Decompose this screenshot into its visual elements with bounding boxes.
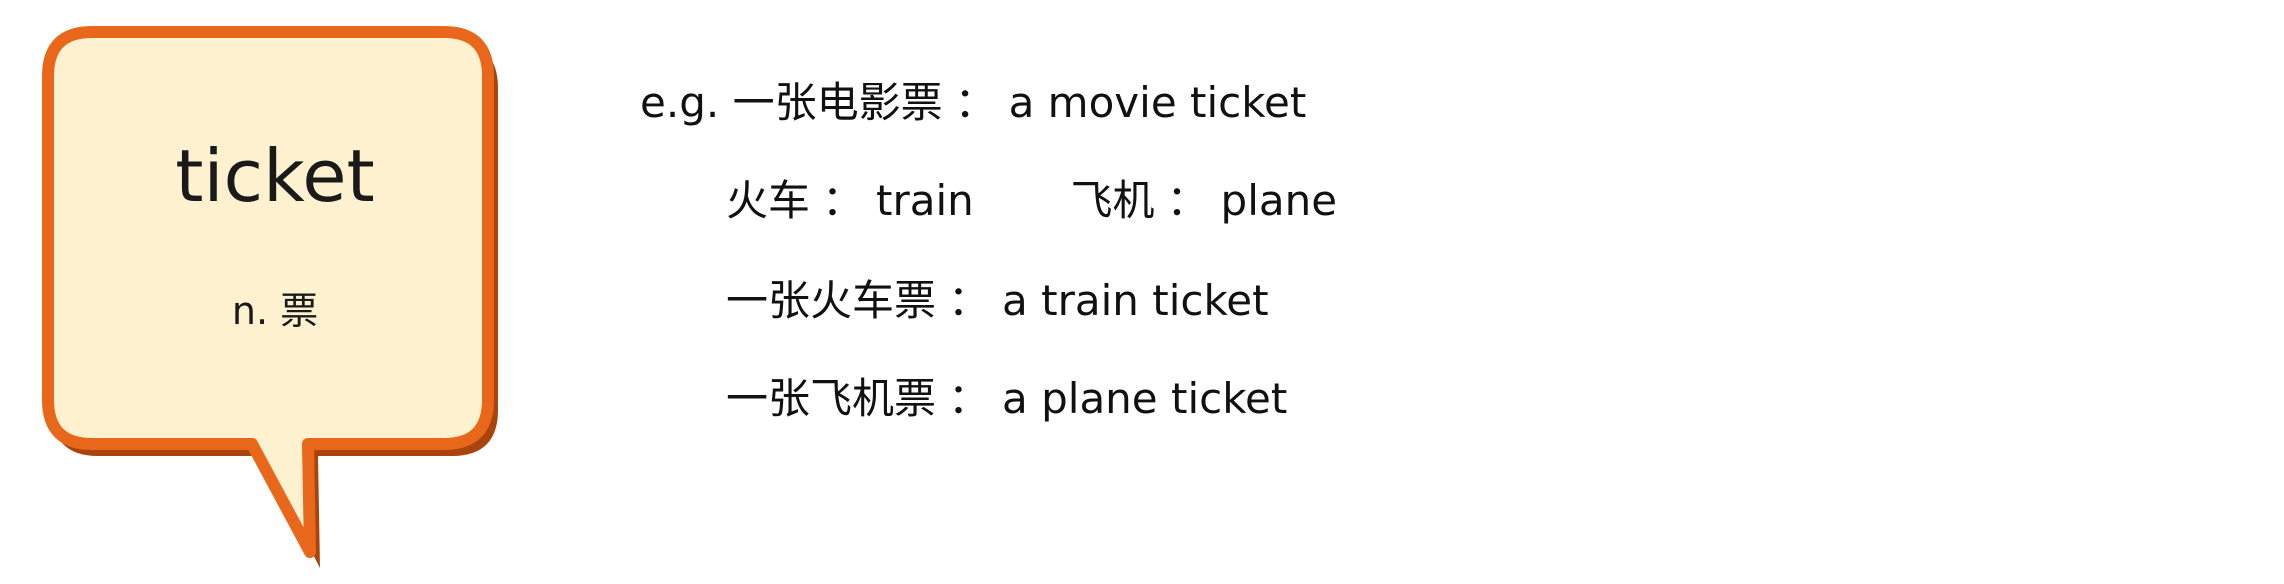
example-english: a plane ticket bbox=[1002, 374, 1288, 423]
example-line-vocab-pair: 火车： train 飞机： plane bbox=[726, 180, 1337, 222]
example-english: a movie ticket bbox=[1008, 78, 1307, 127]
example-chinese: 一张火车票 bbox=[726, 276, 937, 325]
example-separator: ： bbox=[954, 78, 997, 127]
example-line-plane-ticket: 一张飞机票： a plane ticket bbox=[726, 378, 1287, 420]
example-list: e.g. 一张电影票： a movie ticket 火车： train 飞机： pl… bbox=[640, 0, 2240, 584]
part-of-speech-meaning: n. 票 bbox=[231, 289, 319, 333]
example-line-movie-ticket: e.g. 一张电影票： a movie ticket bbox=[640, 82, 1306, 124]
example-chinese: 一张飞机票 bbox=[726, 374, 937, 423]
example-line-train-ticket: 一张火车票： a train ticket bbox=[726, 280, 1269, 322]
example-separator: ： bbox=[948, 374, 991, 423]
vocabulary-word: ticket bbox=[175, 134, 375, 218]
example-prefix: e.g. bbox=[640, 78, 720, 127]
example-english: plane bbox=[1220, 176, 1338, 225]
example-chinese: 火车 bbox=[726, 176, 811, 225]
example-separator: ： bbox=[948, 276, 991, 325]
vocabulary-card: ticket n. 票 bbox=[0, 0, 520, 584]
example-english: train bbox=[876, 176, 974, 225]
example-chinese: 飞机 bbox=[1070, 176, 1155, 225]
example-english: a train ticket bbox=[1002, 276, 1269, 325]
example-chinese: 一张电影票 bbox=[732, 78, 943, 127]
example-separator: ： bbox=[822, 176, 865, 225]
example-separator: ： bbox=[1166, 176, 1209, 225]
